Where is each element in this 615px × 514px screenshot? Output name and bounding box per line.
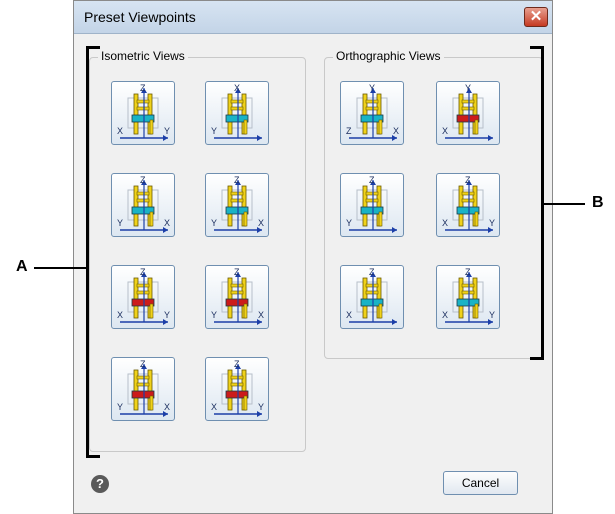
- ortho-left-button[interactable]: ZY: [340, 173, 404, 237]
- axis-label: X: [442, 126, 448, 136]
- callout-a-bracket: [86, 46, 100, 458]
- ortho-top-button[interactable]: Y Z X: [340, 81, 404, 145]
- ortho-right-button[interactable]: Z X Y: [436, 173, 500, 237]
- chair-view-icon: Z Y X: [117, 175, 170, 233]
- axis-label: X: [164, 402, 170, 412]
- ortho-bottom-button[interactable]: YX: [436, 81, 500, 145]
- cancel-button[interactable]: Cancel: [443, 471, 518, 495]
- iso-view-3-button[interactable]: Z Y X: [111, 173, 175, 237]
- axis-label: Y: [369, 83, 375, 93]
- axis-label: Z: [465, 267, 471, 277]
- axis-label: Y: [164, 310, 170, 320]
- axis-label: Y: [258, 402, 264, 412]
- axis-label: X: [211, 402, 217, 412]
- axis-label: Z: [140, 267, 146, 277]
- axis-label: Y: [489, 310, 495, 320]
- axis-label: Z: [369, 267, 375, 277]
- close-button[interactable]: ✕: [524, 7, 548, 27]
- callout-b-label: B: [592, 194, 604, 211]
- iso-view-6-button[interactable]: Z Y X: [205, 265, 269, 329]
- axis-label: X: [117, 310, 123, 320]
- chair-view-icon: Z Y X: [211, 267, 264, 325]
- axis-label: Z: [234, 175, 240, 185]
- axis-label: X: [346, 310, 352, 320]
- dialog-title: Preset Viewpoints: [84, 9, 196, 25]
- axis-label: Z: [234, 267, 240, 277]
- chair-view-icon: Z X Y: [117, 267, 170, 325]
- axis-label: X: [442, 218, 448, 228]
- axis-label: Z: [465, 175, 471, 185]
- axis-label: X: [117, 126, 123, 136]
- axis-label: Y: [117, 218, 123, 228]
- callout-b-bracket: [530, 46, 544, 360]
- axis-label: Z: [234, 359, 240, 369]
- ortho-front-button[interactable]: ZX: [340, 265, 404, 329]
- axis-label: Z: [140, 359, 146, 369]
- iso-view-4-button[interactable]: Z Y X: [205, 173, 269, 237]
- axis-label: X: [234, 83, 240, 93]
- iso-view-1-button[interactable]: Z X Y: [111, 81, 175, 145]
- callout-b-line: [541, 203, 585, 205]
- isometric-views-label: Isometric Views: [98, 49, 188, 63]
- iso-view-7-button[interactable]: Z Y X: [111, 357, 175, 421]
- help-icon[interactable]: ?: [91, 475, 109, 493]
- axis-label: X: [164, 218, 170, 228]
- axis-label: X: [258, 310, 264, 320]
- chair-view-icon: ZX: [346, 267, 397, 325]
- axis-label: Z: [140, 175, 146, 185]
- title-bar[interactable]: Preset Viewpoints ✕: [74, 1, 552, 34]
- close-icon: ✕: [529, 8, 543, 25]
- axis-label: X: [258, 218, 264, 228]
- axis-label: Y: [489, 218, 495, 228]
- chair-view-icon: Z Y X: [117, 359, 170, 417]
- axis-label: Y: [211, 310, 217, 320]
- chair-view-icon: Y Z X: [346, 83, 399, 141]
- chair-view-icon: Z X Y: [211, 359, 264, 417]
- iso-view-5-button[interactable]: Z X Y: [111, 265, 175, 329]
- iso-view-8-button[interactable]: Z X Y: [205, 357, 269, 421]
- orthographic-views-label: Orthographic Views: [333, 49, 444, 63]
- axis-label: Y: [117, 402, 123, 412]
- axis-label: Z: [346, 126, 352, 136]
- preset-viewpoints-dialog: Preset Viewpoints ✕ Isometric Views Orth…: [73, 0, 553, 514]
- axis-label: Y: [346, 218, 352, 228]
- chair-view-icon: ZY: [346, 175, 397, 233]
- axis-label: Y: [164, 126, 170, 136]
- chair-view-icon: YX: [442, 83, 493, 141]
- axis-label: Y: [465, 83, 471, 93]
- callout-a-line: [34, 267, 88, 269]
- ortho-back-button[interactable]: Z X Y: [436, 265, 500, 329]
- callout-a-label: A: [16, 258, 28, 275]
- chair-view-icon: Z X Y: [117, 83, 170, 141]
- axis-label: Y: [211, 218, 217, 228]
- axis-label: Z: [140, 83, 146, 93]
- axis-label: Y: [211, 126, 217, 136]
- chair-view-icon: Z X Y: [442, 175, 495, 233]
- axis-label: Z: [369, 175, 375, 185]
- chair-view-icon: Z Y X: [211, 175, 264, 233]
- iso-view-2-button[interactable]: XY: [205, 81, 269, 145]
- axis-label: X: [442, 310, 448, 320]
- axis-label: X: [393, 126, 399, 136]
- chair-view-icon: Z X Y: [442, 267, 495, 325]
- chair-view-icon: XY: [211, 83, 262, 141]
